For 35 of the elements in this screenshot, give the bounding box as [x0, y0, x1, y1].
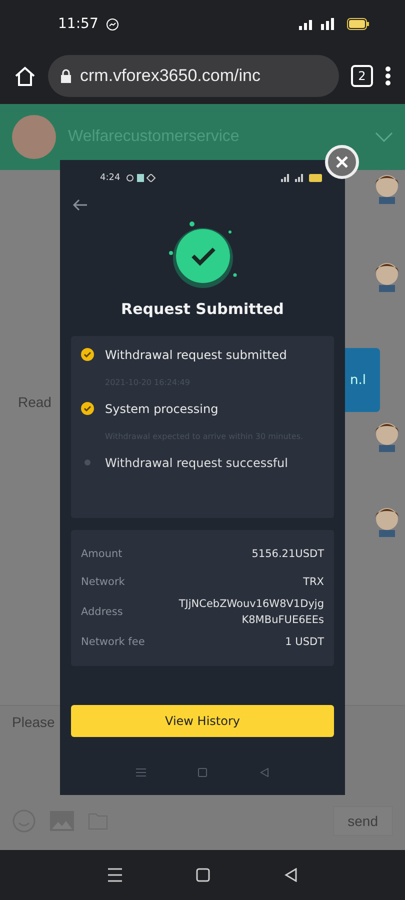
detail-value: TJjNCebZWouv16W8V1DyjgK8MBuFUE6EEs — [178, 597, 324, 628]
menu-icon[interactable] — [385, 66, 391, 86]
back-arrow-icon[interactable] — [72, 199, 88, 211]
step-label: System processing — [105, 401, 220, 418]
status-time: 4:24 — [100, 173, 120, 183]
notification-icons — [126, 174, 156, 182]
detail-value: TRX — [303, 575, 324, 590]
messenger-icon — [106, 18, 120, 30]
cartoon-avatar — [375, 172, 399, 204]
message-text: Read — [18, 394, 52, 410]
url-text: crm.vforex3650.com/inc — [80, 66, 260, 86]
battery-icon — [347, 18, 369, 30]
detail-label: Address — [81, 606, 123, 618]
detail-label: Amount — [81, 548, 122, 560]
bubble-text: n.l — [350, 372, 366, 388]
request-title: Request Submitted — [120, 300, 285, 318]
lock-icon — [60, 69, 72, 83]
view-history-button[interactable]: View History — [71, 705, 334, 737]
battery-icon — [309, 174, 323, 182]
cartoon-avatar — [375, 420, 399, 452]
url-field[interactable]: crm.vforex3650.com/inc — [48, 55, 339, 97]
step-label: Withdrawal request successful — [105, 455, 289, 472]
status-time: 11:57 — [58, 16, 98, 32]
contact-avatar — [12, 115, 56, 159]
home-icon[interactable] — [14, 65, 36, 87]
detail-label: Network fee — [81, 636, 145, 648]
signal-icon — [281, 174, 303, 182]
cartoon-avatar — [375, 505, 399, 537]
detail-value: 1 USDT — [285, 635, 324, 650]
detail-value: 5156.21USDT — [252, 547, 324, 562]
close-icon — [335, 155, 349, 169]
step-label: Withdrawal request submitted — [105, 347, 288, 364]
detail-label: Network — [81, 576, 125, 588]
cartoon-avatar — [375, 260, 399, 292]
tab-count-button[interactable]: 2 — [351, 65, 373, 87]
